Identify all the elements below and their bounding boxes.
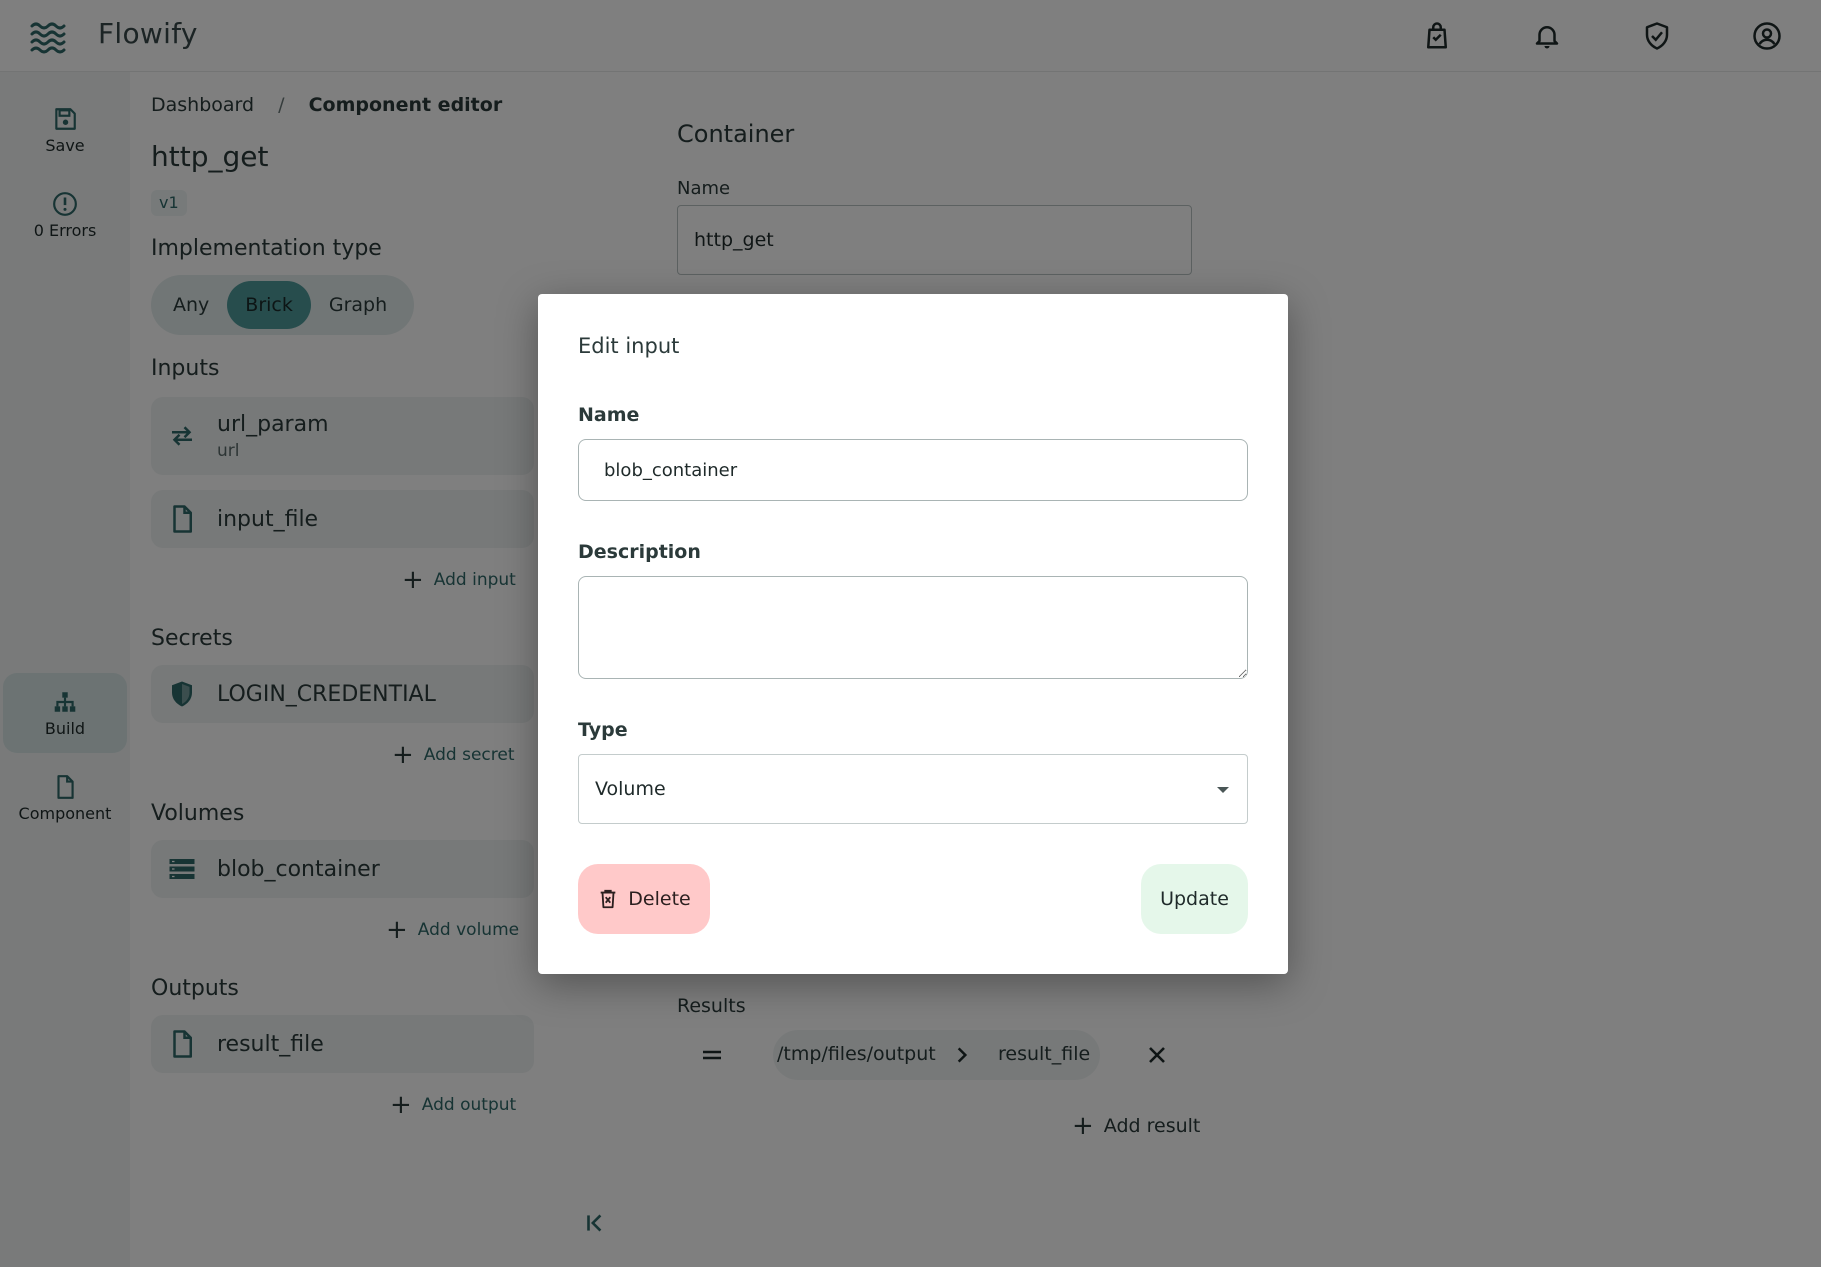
app-root: Flowify Save [0, 0, 1821, 1267]
description-textarea[interactable] [578, 576, 1248, 679]
chevron-down-icon [1217, 787, 1229, 793]
delete-button[interactable]: Delete [578, 864, 710, 934]
type-selected-value: Volume [595, 778, 666, 800]
name-label: Name [578, 404, 640, 426]
type-label: Type [578, 719, 628, 741]
update-button[interactable]: Update [1141, 864, 1248, 934]
edit-input-dialog: Edit input Name Description Type Volume … [538, 294, 1288, 974]
name-input[interactable] [578, 439, 1248, 501]
description-label: Description [578, 541, 701, 563]
type-select[interactable]: Volume [578, 754, 1248, 824]
delete-label: Delete [628, 888, 691, 910]
trash-icon [600, 889, 616, 909]
dialog-title: Edit input [578, 334, 680, 358]
